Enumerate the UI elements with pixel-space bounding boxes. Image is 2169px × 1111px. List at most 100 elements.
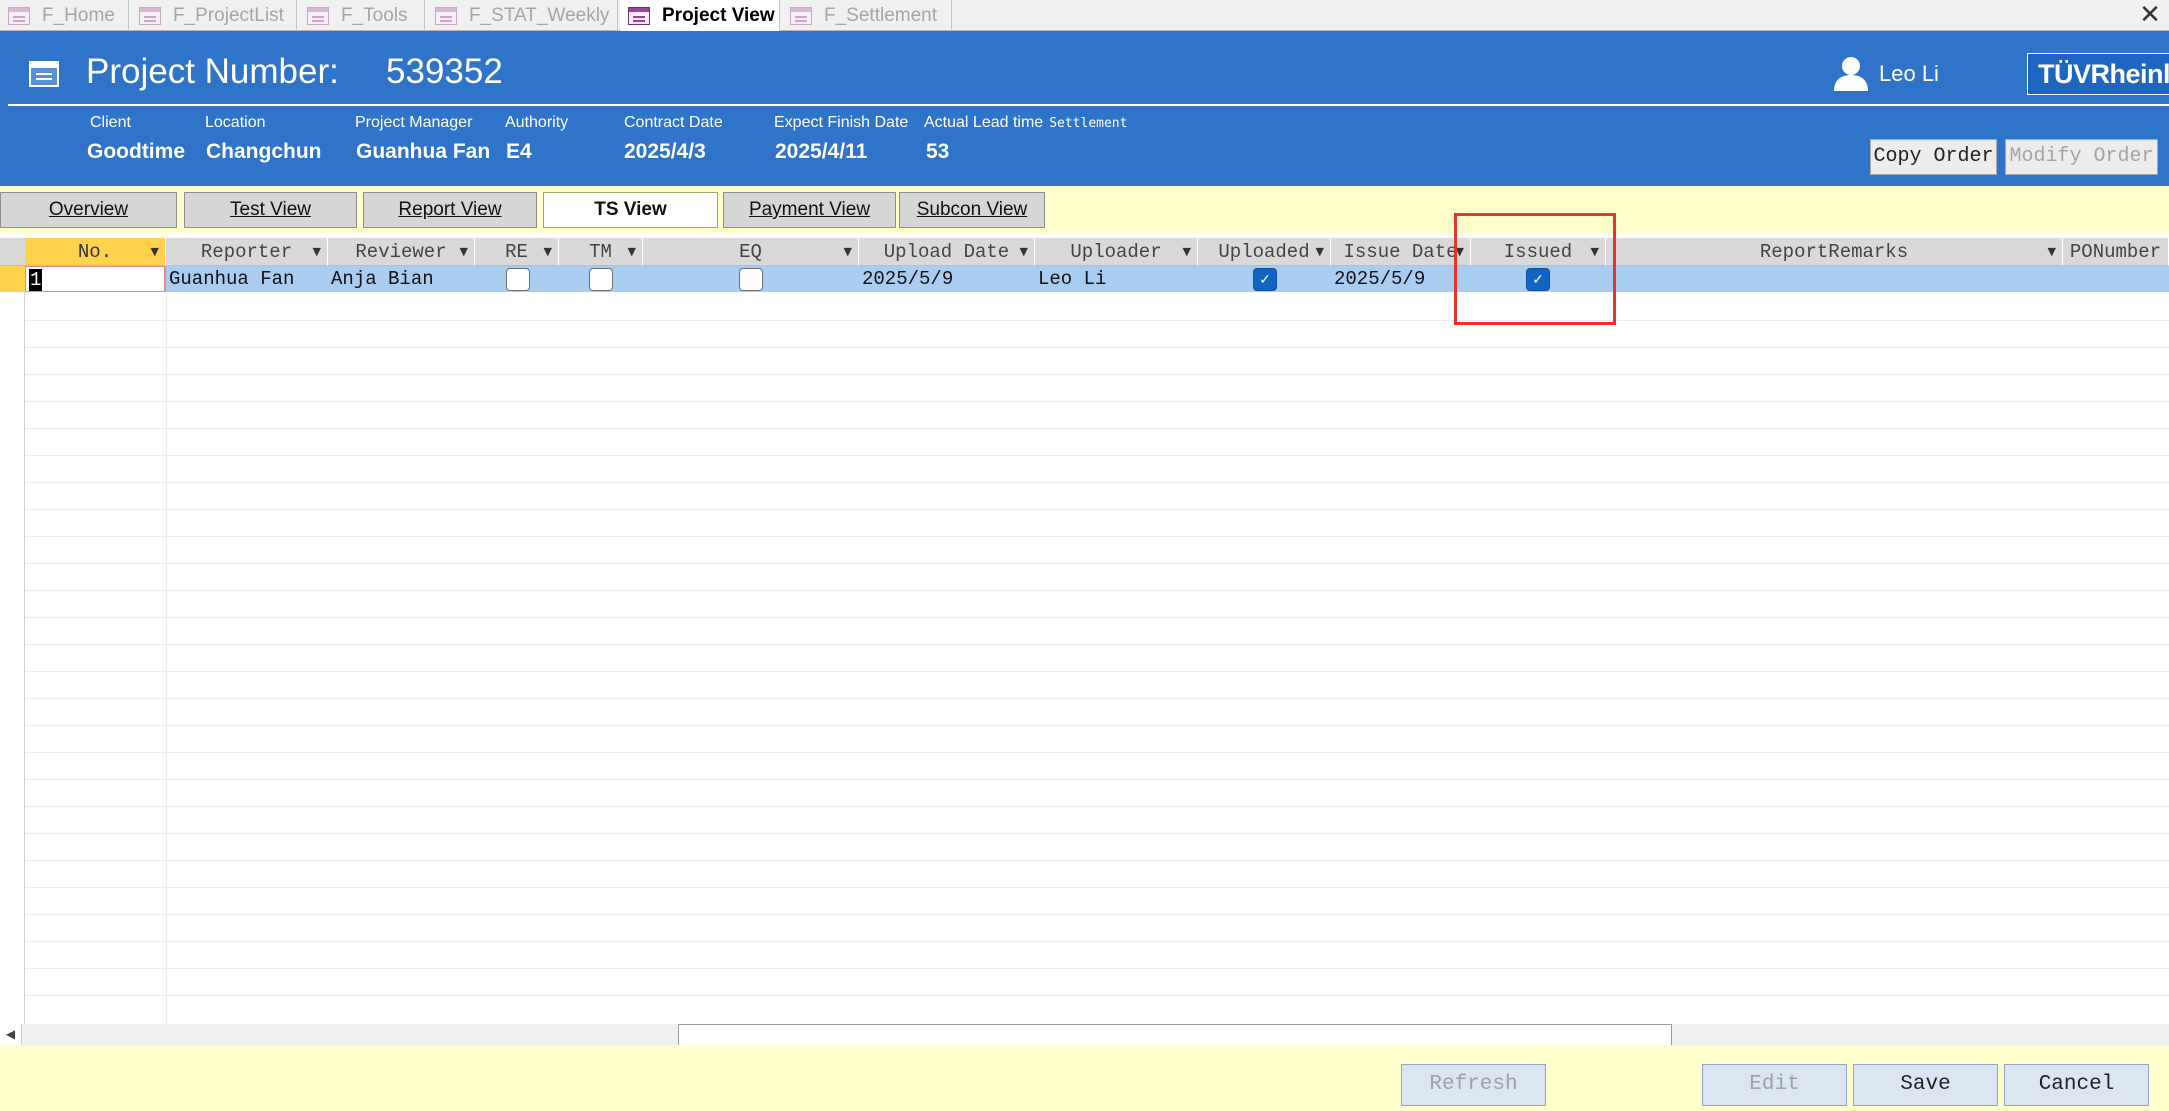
location-value: Changchun: [206, 140, 322, 163]
tab-overview[interactable]: Overview: [0, 192, 177, 228]
save-button[interactable]: Save: [1853, 1064, 1998, 1106]
reviewer-cell[interactable]: Anja Bian: [328, 266, 475, 292]
company-logo: TÜVRheinland: [2027, 53, 2169, 95]
contract-date-value: 2025/4/3: [624, 140, 706, 163]
grid-line: [0, 995, 2169, 996]
grid-line: [0, 347, 2169, 348]
copy-order-button[interactable]: Copy Order: [1870, 139, 1997, 175]
modify-order-button[interactable]: Modify Order: [2005, 139, 2158, 175]
grid-line: [0, 941, 2169, 942]
tab-f-settlement[interactable]: F_Settlement: [782, 0, 952, 31]
form-icon: [29, 61, 59, 87]
edit-button[interactable]: Edit: [1702, 1064, 1847, 1106]
record-selector[interactable]: [0, 266, 25, 292]
tab-report-view[interactable]: Report View: [363, 192, 537, 228]
tm-checkbox[interactable]: [589, 268, 613, 291]
column-header-label: Issue Date: [1343, 241, 1458, 263]
authority-label: Authority: [505, 114, 569, 131]
column-header-label: EQ: [739, 241, 762, 263]
dropdown-arrow-icon[interactable]: ▼: [313, 238, 321, 265]
project-manager-value: Guanhua Fan: [356, 140, 491, 163]
grid-line: [0, 860, 2169, 861]
tab-f-tools[interactable]: F_Tools: [299, 0, 425, 31]
form-icon: [139, 6, 161, 25]
column-header-reportremarks[interactable]: ReportRemarks ▼: [1606, 238, 2063, 266]
column-header-eq[interactable]: EQ ▼: [643, 238, 859, 266]
dropdown-arrow-icon[interactable]: ▼: [1020, 238, 1028, 265]
dropdown-arrow-icon[interactable]: ▼: [1183, 238, 1191, 265]
column-header-ponumber[interactable]: PONumber: [2063, 238, 2169, 266]
scrollbar-thumb[interactable]: [678, 1024, 1672, 1045]
no-value[interactable]: 1: [29, 269, 43, 291]
horizontal-scrollbar[interactable]: ◀: [0, 1024, 2169, 1045]
grid-line: [0, 806, 2169, 807]
dropdown-arrow-icon[interactable]: ▼: [2048, 238, 2056, 265]
column-header-label: ReportRemarks: [1759, 241, 1909, 263]
column-header-issue-date[interactable]: Issue Date ▼: [1331, 238, 1471, 266]
dropdown-arrow-icon[interactable]: ▼: [460, 238, 468, 265]
close-icon[interactable]: ✕: [2135, 0, 2165, 30]
project-number-value: 539352: [386, 52, 503, 91]
form-footer: Refresh Edit Save Cancel: [0, 1045, 2169, 1111]
grid-line: [0, 644, 2169, 645]
tab-label: F_Tools: [341, 4, 408, 26]
column-header-reporter[interactable]: Reporter ▼: [166, 238, 328, 266]
uploaded-checkbox[interactable]: ✓: [1253, 268, 1277, 291]
grid-line: [0, 887, 2169, 888]
reporter-cell[interactable]: Guanhua Fan: [166, 266, 328, 292]
tab-project-view[interactable]: Project View: [620, 0, 780, 32]
scroll-left-icon[interactable]: ◀: [0, 1024, 22, 1045]
issued-highlight-box: [1454, 213, 1616, 325]
dropdown-arrow-icon[interactable]: ▼: [1316, 238, 1324, 265]
issue-date-cell[interactable]: 2025/5/9: [1331, 266, 1471, 292]
grid-line: [0, 725, 2169, 726]
form-icon: [435, 6, 457, 25]
dropdown-arrow-icon[interactable]: ▼: [151, 238, 159, 265]
re-checkbox[interactable]: [506, 268, 530, 291]
grid-line: [0, 455, 2169, 456]
column-header-label: No.: [77, 241, 113, 263]
lead-time-label-text: Actual Lead time: [924, 114, 1044, 131]
column-header-no[interactable]: No. ▼: [25, 238, 166, 266]
column-header-upload-date[interactable]: Upload Date ▼: [859, 238, 1035, 266]
tab-subcon-view[interactable]: Subcon View: [899, 192, 1045, 228]
select-all-corner[interactable]: [0, 238, 25, 266]
column-header-label: Upload Date: [883, 241, 1010, 263]
column-header-reviewer[interactable]: Reviewer ▼: [328, 238, 475, 266]
cancel-button[interactable]: Cancel: [2004, 1064, 2149, 1106]
column-header-re[interactable]: RE ▼: [475, 238, 559, 266]
tab-payment-view[interactable]: Payment View: [723, 192, 896, 228]
column-header-tm[interactable]: TM ▼: [559, 238, 643, 266]
grid-line: [0, 968, 2169, 969]
project-manager-label: Project Manager: [355, 114, 473, 131]
grid-line: [0, 671, 2169, 672]
dropdown-arrow-icon[interactable]: ▼: [544, 238, 552, 265]
expect-finish-date-value: 2025/4/11: [775, 140, 868, 163]
tab-f-projectlist[interactable]: F_ProjectList: [131, 0, 297, 31]
tab-label: F_Home: [42, 4, 115, 26]
dropdown-arrow-icon[interactable]: ▼: [844, 238, 852, 265]
column-header-uploader[interactable]: Uploader ▼: [1035, 238, 1198, 266]
column-header-label: Reporter: [200, 241, 293, 263]
uploader-cell[interactable]: Leo Li: [1035, 266, 1198, 292]
logo-text: TÜVRheinland: [2038, 58, 2169, 89]
column-header-label: Reviewer: [355, 241, 447, 263]
dropdown-arrow-icon[interactable]: ▼: [628, 238, 636, 265]
upload-date-cell[interactable]: 2025/5/9: [859, 266, 1035, 292]
grid-line: [0, 617, 2169, 618]
column-header-label: Uploaded: [1218, 241, 1310, 263]
column-header-uploaded[interactable]: Uploaded ▼: [1198, 238, 1331, 266]
tab-ts-view[interactable]: TS View: [543, 192, 718, 228]
no-cell[interactable]: 1: [25, 266, 166, 292]
tab-f-home[interactable]: F_Home: [0, 0, 129, 31]
refresh-button[interactable]: Refresh: [1401, 1064, 1546, 1106]
client-value: Goodtime: [87, 140, 185, 163]
grid-line: [0, 320, 2169, 321]
report-remarks-cell[interactable]: [1606, 266, 2063, 292]
tab-test-view[interactable]: Test View: [184, 192, 357, 228]
eq-checkbox[interactable]: [739, 268, 763, 291]
column-header-label: TM: [589, 241, 612, 263]
client-label: Client: [90, 114, 131, 131]
tab-f-stat-weekly[interactable]: F_STAT_Weekly: [427, 0, 618, 31]
ponumber-cell[interactable]: [2063, 266, 2169, 292]
